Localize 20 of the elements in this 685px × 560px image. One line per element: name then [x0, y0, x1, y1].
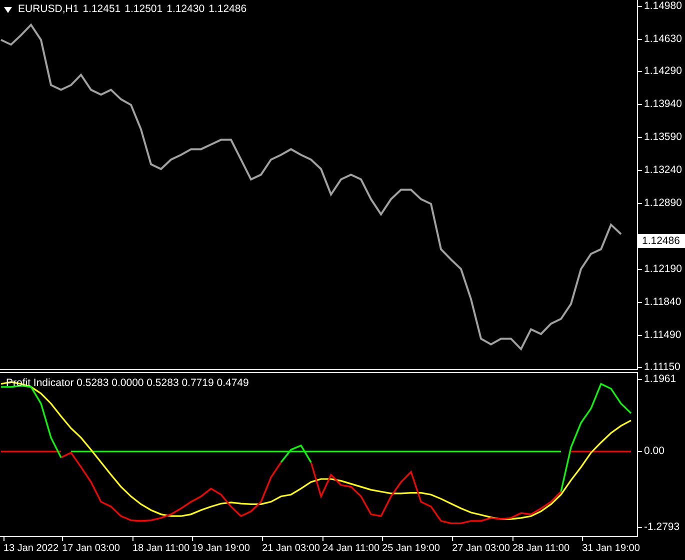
- price-label: 1.14630: [644, 32, 682, 46]
- price-label: 1.14980: [644, 0, 682, 13]
- price-value: 1.12501: [124, 3, 163, 16]
- price-label: 1.13590: [644, 130, 682, 144]
- price-label: 1.12890: [644, 196, 682, 210]
- price-label: 1.14290: [644, 64, 682, 78]
- price-label: 1.11150: [644, 360, 680, 374]
- price-label: 1.11840: [644, 294, 682, 309]
- price-label: 1.13940: [644, 96, 682, 111]
- price-value: 1.12451: [82, 3, 121, 16]
- price-label: 1.11490: [644, 328, 682, 342]
- price-label: 1.13240: [644, 162, 682, 177]
- indicator-value-label: 1.1961: [644, 372, 676, 386]
- current-price-label: 1.12486: [638, 234, 685, 248]
- price-label: 1.12190: [644, 262, 682, 276]
- indicator-value-label: 0.00: [644, 444, 664, 458]
- indicator-value-label: -1.2793: [644, 520, 680, 534]
- price-value: 1.12486: [208, 3, 247, 16]
- price-value: 1.12430: [166, 3, 205, 16]
- symbol-label: EURUSD,H1: [18, 3, 79, 16]
